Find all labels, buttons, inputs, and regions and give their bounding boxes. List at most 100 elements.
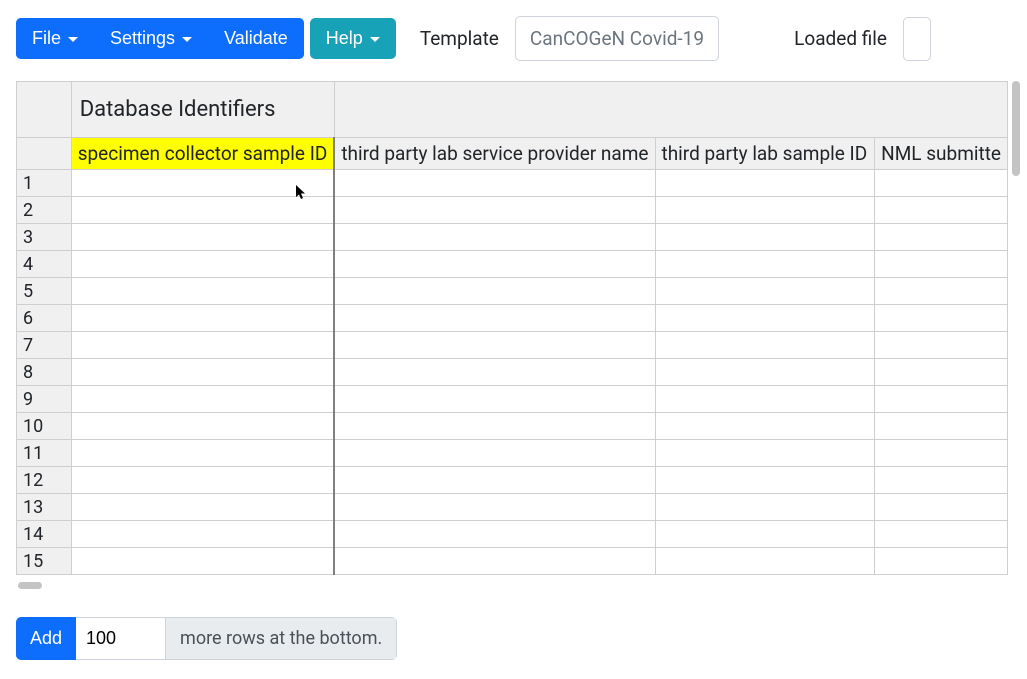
validate-button[interactable]: Validate [208,18,304,59]
data-cell[interactable] [71,251,334,278]
data-cell[interactable] [334,386,655,413]
row-number-header[interactable]: 15 [17,548,72,575]
data-cell[interactable] [71,170,334,197]
rows-suffix-label: more rows at the bottom. [166,617,397,660]
data-cell[interactable] [655,332,875,359]
row-number-header[interactable]: 4 [17,251,72,278]
column-header[interactable]: NML submitte [875,138,1008,170]
data-cell[interactable] [875,332,1008,359]
data-cell[interactable] [655,170,875,197]
row-number-header[interactable]: 13 [17,494,72,521]
data-cell[interactable] [71,197,334,224]
data-cell[interactable] [655,197,875,224]
data-cell[interactable] [334,278,655,305]
data-cell[interactable] [655,521,875,548]
data-cell[interactable] [875,251,1008,278]
template-display[interactable]: CanCOGeN Covid-19 [515,16,719,61]
column-header[interactable]: third party lab sample ID [655,138,875,170]
data-cell[interactable] [71,305,334,332]
data-cell[interactable] [655,548,875,575]
data-cell[interactable] [655,359,875,386]
group-header[interactable]: Database Identifiers [71,82,334,138]
data-cell[interactable] [334,440,655,467]
data-cell[interactable] [875,305,1008,332]
row-number-header[interactable]: 10 [17,413,72,440]
group-header-rest[interactable] [334,82,1007,138]
data-cell[interactable] [875,521,1008,548]
settings-menu-button[interactable]: Settings [94,18,208,59]
data-cell[interactable] [71,413,334,440]
data-cell[interactable] [655,278,875,305]
row-number-header[interactable]: 7 [17,332,72,359]
corner-cell-2[interactable] [17,138,72,170]
loaded-file-display [903,17,931,61]
row-number-header[interactable]: 2 [17,197,72,224]
data-cell[interactable] [875,440,1008,467]
data-cell[interactable] [334,305,655,332]
data-cell[interactable] [875,386,1008,413]
data-cell[interactable] [334,332,655,359]
data-cell[interactable] [334,413,655,440]
table-row: 9 [17,386,1008,413]
data-cell[interactable] [875,170,1008,197]
column-header[interactable]: specimen collector sample ID [71,138,334,170]
data-cell[interactable] [334,494,655,521]
caret-down-icon [182,37,192,42]
data-cell[interactable] [655,251,875,278]
data-cell[interactable] [334,359,655,386]
row-number-header[interactable]: 6 [17,305,72,332]
data-cell[interactable] [71,332,334,359]
data-cell[interactable] [334,224,655,251]
data-cell[interactable] [875,548,1008,575]
data-cell[interactable] [875,278,1008,305]
horizontal-scrollbar[interactable] [18,582,42,589]
data-cell[interactable] [875,494,1008,521]
data-cell[interactable] [71,440,334,467]
data-cell[interactable] [655,440,875,467]
data-cell[interactable] [71,224,334,251]
validate-label: Validate [224,28,288,49]
data-cell[interactable] [875,359,1008,386]
data-cell[interactable] [71,467,334,494]
data-cell[interactable] [875,467,1008,494]
data-cell[interactable] [655,494,875,521]
data-cell[interactable] [71,278,334,305]
row-number-header[interactable]: 12 [17,467,72,494]
data-grid[interactable]: Database Identifiers specimen collector … [16,81,1008,575]
data-cell[interactable] [655,413,875,440]
data-cell[interactable] [875,413,1008,440]
data-cell[interactable] [334,170,655,197]
add-rows-button[interactable]: Add [16,617,76,660]
data-cell[interactable] [334,467,655,494]
table-row: 13 [17,494,1008,521]
column-header[interactable]: third party lab service provider name [334,138,655,170]
row-number-header[interactable]: 3 [17,224,72,251]
row-number-header[interactable]: 5 [17,278,72,305]
data-cell[interactable] [334,548,655,575]
data-cell[interactable] [71,548,334,575]
data-cell[interactable] [655,467,875,494]
help-menu-button[interactable]: Help [310,18,396,59]
data-cell[interactable] [655,305,875,332]
data-cell[interactable] [71,494,334,521]
rows-count-input[interactable] [76,617,166,660]
row-number-header[interactable]: 14 [17,521,72,548]
file-menu-button[interactable]: File [16,18,94,59]
row-number-header[interactable]: 11 [17,440,72,467]
corner-cell[interactable] [17,82,72,138]
data-cell[interactable] [875,224,1008,251]
data-cell[interactable] [334,251,655,278]
data-cell[interactable] [71,359,334,386]
data-cell[interactable] [875,197,1008,224]
vertical-scrollbar[interactable] [1012,81,1020,176]
data-cell[interactable] [334,197,655,224]
data-cell[interactable] [71,521,334,548]
table-row: 4 [17,251,1008,278]
row-number-header[interactable]: 1 [17,170,72,197]
data-cell[interactable] [655,386,875,413]
data-cell[interactable] [71,386,334,413]
data-cell[interactable] [655,224,875,251]
data-cell[interactable] [334,521,655,548]
row-number-header[interactable]: 8 [17,359,72,386]
row-number-header[interactable]: 9 [17,386,72,413]
